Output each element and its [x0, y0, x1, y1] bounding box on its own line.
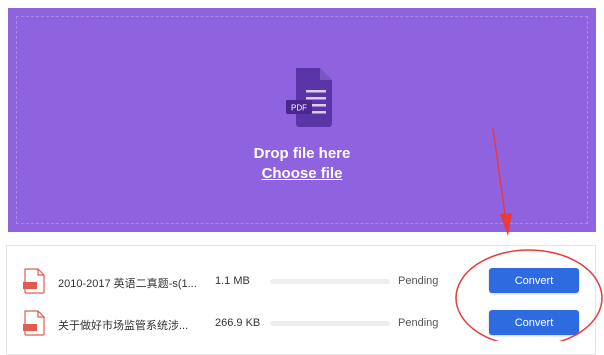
file-name: 2010-2017 英语二真题-s(1... — [58, 278, 197, 290]
pdf-file-icon — [23, 310, 45, 336]
choose-file-wrapper: Choose file — [8, 165, 596, 182]
drop-file-label: Drop file here — [253, 145, 351, 162]
file-list: 2010-2017 英语二真题-s(1... 1.1 MB Pending Co… — [6, 245, 596, 355]
progress-bar — [270, 279, 390, 284]
choose-file-link[interactable]: Choose file — [262, 165, 343, 182]
file-size: 266.9 KB — [215, 317, 261, 329]
status-text: Pending — [398, 317, 439, 329]
progress-bar — [270, 321, 390, 326]
convert-button[interactable]: Convert — [489, 310, 579, 335]
file-dropzone[interactable]: PDF Drop file here Choose file — [8, 8, 596, 232]
pdf-file-icon: PDF — [286, 68, 332, 127]
file-row: 关于做好市场监管系统涉... 266.9 KB Pending Convert — [7, 306, 595, 342]
pdf-badge-label: PDF — [291, 104, 307, 113]
file-size: 1.1 MB — [215, 275, 250, 287]
convert-button[interactable]: Convert — [489, 268, 579, 293]
file-name: 关于做好市场监管系统涉... — [58, 320, 189, 332]
status-text: Pending — [398, 275, 439, 287]
pdf-file-icon — [23, 268, 45, 294]
file-row: 2010-2017 英语二真题-s(1... 1.1 MB Pending Co… — [7, 264, 595, 300]
